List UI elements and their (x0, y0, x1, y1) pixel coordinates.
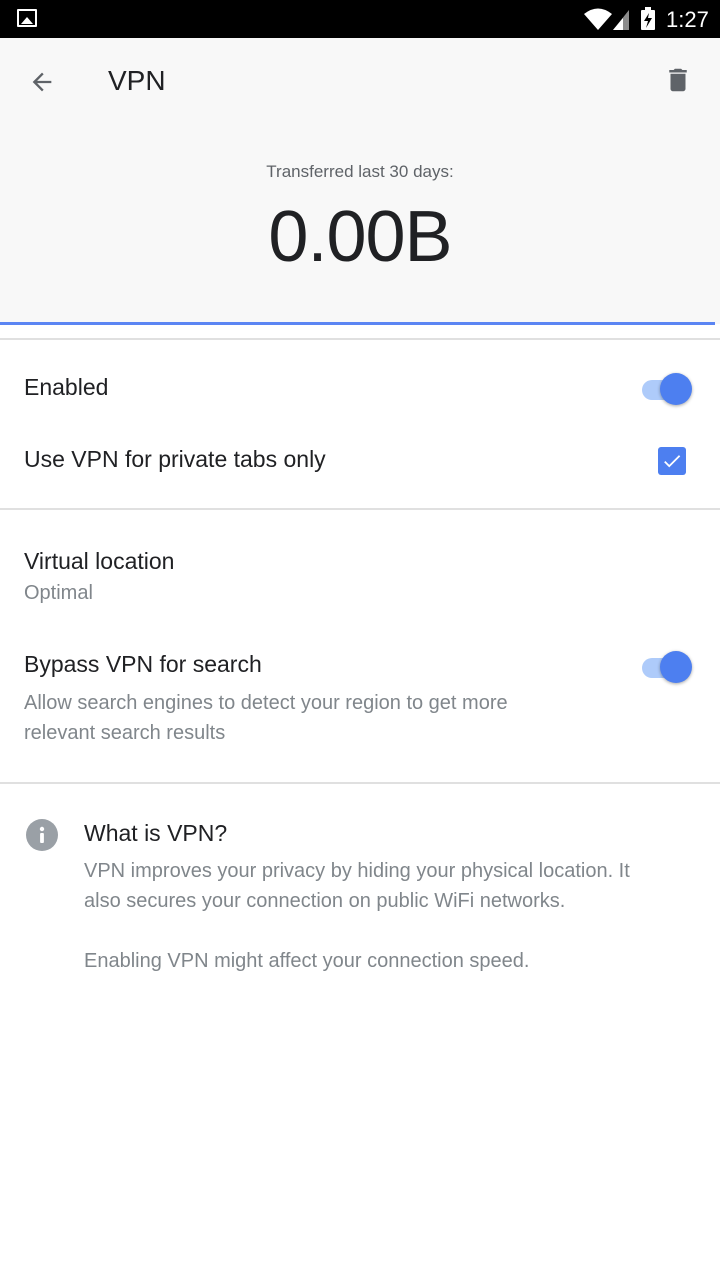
back-arrow-icon (32, 72, 52, 92)
bypass-search-label: Bypass VPN for search (24, 651, 262, 677)
divider (0, 782, 720, 784)
virtual-location-value: Optimal (24, 582, 93, 604)
bypass-search-description-line1: Allow search engines to detect your regi… (24, 692, 508, 714)
vpn-header: VPN Transferred last 30 days: 0.00B (0, 38, 720, 324)
toggle-thumb (660, 373, 692, 405)
bypass-search-description-line2: relevant search results (24, 722, 226, 744)
divider (0, 338, 720, 340)
transferred-value: 0.00B (268, 197, 452, 277)
enabled-toggle[interactable] (638, 368, 692, 408)
gallery-notification-icon (17, 9, 37, 27)
status-icons (584, 7, 655, 30)
info-icon (26, 819, 58, 851)
delete-button[interactable] (658, 60, 698, 100)
divider (0, 508, 720, 510)
info-title: What is VPN? (84, 820, 228, 846)
status-bar: 1:27 (0, 0, 720, 38)
private-tabs-checkbox[interactable] (658, 447, 686, 475)
battery-charging-icon (641, 7, 655, 30)
info-paragraph1-line2: also secures your connection on public W… (84, 890, 566, 912)
trash-icon (669, 68, 687, 92)
checkmark-icon (664, 455, 681, 468)
virtual-location-label[interactable]: Virtual location (24, 548, 174, 575)
info-paragraph2: Enabling VPN might affect your connectio… (84, 950, 530, 972)
private-tabs-label: Use VPN for private tabs only (24, 446, 326, 472)
signal-icon (613, 10, 629, 30)
info-paragraph1-line1: VPN improves your privacy by hiding your… (84, 860, 630, 882)
enabled-label: Enabled (24, 374, 109, 400)
wifi-icon (584, 8, 612, 30)
bypass-search-toggle[interactable] (638, 646, 692, 686)
page-title: VPN (108, 65, 166, 96)
header-accent-line (0, 322, 715, 325)
transferred-label: Transferred last 30 days: (266, 162, 454, 181)
info-glyph (39, 826, 45, 843)
toggle-thumb (660, 651, 692, 683)
back-button[interactable] (22, 62, 62, 102)
clock: 1:27 (666, 7, 709, 32)
